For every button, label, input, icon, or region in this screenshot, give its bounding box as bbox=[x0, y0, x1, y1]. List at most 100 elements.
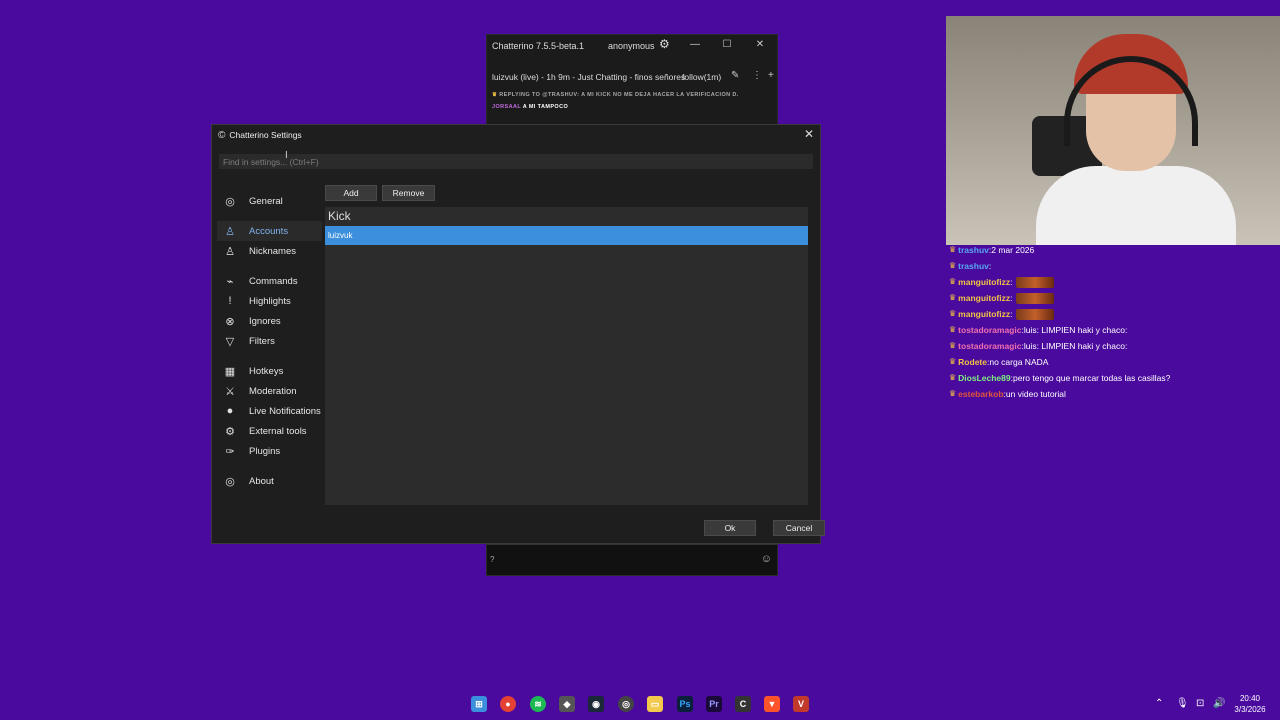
sidebar-item-label: Hotkeys bbox=[249, 365, 284, 377]
crown-icon: ♛ bbox=[949, 309, 957, 318]
clock-date: 3/3/2026 bbox=[1234, 705, 1266, 714]
live-icon: ● bbox=[226, 405, 234, 417]
overlay-chat-line: ♛ manguitofizz: bbox=[949, 274, 1279, 290]
user-icon: ♙ bbox=[225, 225, 235, 238]
app-icon[interactable]: ◆ bbox=[559, 696, 575, 712]
brave-icon[interactable]: ▼ bbox=[764, 696, 780, 712]
chatterino-icon[interactable]: C bbox=[735, 696, 751, 712]
user-icon: ♙ bbox=[225, 245, 235, 258]
add-icon[interactable]: + bbox=[768, 70, 774, 81]
overlay-chat-user: manguitofizz bbox=[958, 293, 1011, 303]
chat-tab[interactable]: luizvuk (live) - 1h 9m - Just Chatting -… bbox=[487, 67, 777, 87]
reply-text: A MI TAMPOCO bbox=[522, 104, 569, 110]
overlay-chat-line: ♛ tostadoramagic: luis: LIMPIEN haki y ch… bbox=[949, 338, 1279, 354]
microphone-icon[interactable]: 🎙 bbox=[1176, 698, 1189, 709]
sidebar-item-filters[interactable]: ▽ Filters bbox=[217, 331, 322, 351]
overlay-chat-text: 2 mar 2026 bbox=[991, 245, 1035, 255]
voicemod-icon[interactable]: V bbox=[793, 696, 809, 712]
crown-icon: ♛ bbox=[492, 92, 498, 98]
crown-icon: ♛ bbox=[949, 245, 957, 254]
network-icon[interactable]: ⊡ bbox=[1196, 698, 1204, 709]
emoji-icon[interactable]: ☺ bbox=[761, 553, 772, 565]
close-icon[interactable]: ✕ bbox=[804, 127, 814, 141]
close-icon[interactable]: ✕ bbox=[752, 39, 768, 50]
settings-dialog[interactable]: © Chatterino Settings ✕ I ◎ General ♙ Acco… bbox=[211, 124, 825, 544]
sidebar-item-highlights[interactable]: ! Highlights bbox=[217, 291, 322, 311]
overlay-chat-text: luis: LIMPIEN haki y chaco: bbox=[1023, 341, 1128, 351]
remove-account-button[interactable]: Remove bbox=[382, 185, 435, 201]
sidebar-item-plugins[interactable]: ✑ Plugins bbox=[217, 441, 322, 461]
reply-user: JORSAAL bbox=[492, 104, 521, 110]
sidebar-item-live-notifications[interactable]: ● Live Notifications bbox=[217, 401, 322, 421]
overlay-chat-line: ♛ trashuv: bbox=[949, 258, 1279, 274]
ok-button[interactable]: Ok bbox=[704, 520, 756, 536]
volume-icon[interactable]: 🔊 bbox=[1213, 698, 1225, 709]
sidebar-item-general[interactable]: ◎ General bbox=[217, 191, 322, 211]
crown-icon: ♛ bbox=[949, 293, 957, 302]
sidebar-item-label: Commands bbox=[249, 275, 298, 287]
clock[interactable]: 20:40 3/3/2026 bbox=[1228, 693, 1272, 715]
chat-user-label[interactable]: anonymous bbox=[608, 41, 655, 51]
crown-icon: ♛ bbox=[949, 357, 957, 366]
sword-icon: ⚔ bbox=[225, 385, 235, 398]
add-account-button[interactable]: Add bbox=[325, 185, 377, 201]
sidebar-item-nicknames[interactable]: ♙ Nicknames bbox=[217, 241, 322, 261]
premiere-icon[interactable]: Pr bbox=[706, 696, 722, 712]
overlay-chat-user: tostadoramagic bbox=[958, 325, 1022, 335]
sidebar-item-ignores[interactable]: ⊗ Ignores bbox=[217, 311, 322, 331]
minimize-icon[interactable]: — bbox=[687, 39, 703, 50]
reply-line-text: REPLYING TO @TRASHUV: A MI KICK NO ME DE… bbox=[499, 92, 739, 98]
overlay-chat-text: un video tutorial bbox=[1005, 389, 1066, 399]
sidebar-item-label: General bbox=[249, 195, 283, 207]
spotify-icon[interactable]: ≋ bbox=[530, 696, 546, 712]
obs-icon[interactable]: ◎ bbox=[618, 696, 634, 712]
windows-start-icon[interactable]: ⊞ bbox=[471, 696, 487, 712]
sidebar-item-accounts[interactable]: ♙ Accounts bbox=[217, 221, 322, 241]
chat-input[interactable]: ? ☺ bbox=[487, 544, 777, 575]
photoshop-icon[interactable]: Ps bbox=[677, 696, 693, 712]
taskbar: ⊞ ● ≋ ◆ ◉ ◎ ▭ Ps Pr C ▼ V ⌃ 🎙 ⊡ 🔊 20:40 … bbox=[0, 689, 1280, 720]
steam-icon[interactable]: ◉ bbox=[588, 696, 604, 712]
webcam-feed bbox=[946, 16, 1280, 245]
general-icon: ◎ bbox=[225, 195, 235, 208]
person-body bbox=[1036, 166, 1236, 245]
sidebar-item-commands[interactable]: ⌁ Commands bbox=[217, 271, 322, 291]
overlay-chat-user: tostadoramagic bbox=[958, 341, 1022, 351]
overlay-chat-line: ♛ Rodete: no carga NADA bbox=[949, 354, 1279, 370]
filter-icon: ▽ bbox=[225, 335, 235, 348]
crown-icon: ♛ bbox=[949, 261, 957, 270]
exclamation-icon: ! bbox=[228, 295, 232, 307]
chevron-up-icon[interactable]: ⌃ bbox=[1155, 698, 1163, 709]
settings-titlebar[interactable]: © Chatterino Settings ✕ bbox=[212, 125, 820, 145]
gear-icon: ⚙ bbox=[225, 425, 235, 438]
gear-icon[interactable]: ⚙ bbox=[659, 37, 670, 51]
accounts-list[interactable]: Kick luizvuk bbox=[325, 207, 808, 505]
chat-titlebar[interactable]: Chatterino 7.5.5-beta.1 anonymous ⚙ — ☐ … bbox=[487, 35, 777, 57]
sidebar-item-external-tools[interactable]: ⚙ External tools bbox=[217, 421, 322, 441]
overlay-chat-line: ♛ trashuv: 2 mar 2026 bbox=[949, 242, 1279, 258]
more-icon[interactable]: ⋮ bbox=[752, 70, 762, 81]
overlay-chat-user: manguitofizz bbox=[958, 277, 1011, 287]
sidebar-item-label: Plugins bbox=[249, 445, 281, 457]
overlay-chat-user: trashuv bbox=[958, 261, 989, 271]
cancel-button[interactable]: Cancel bbox=[773, 520, 825, 536]
chat-input-value: ? bbox=[490, 555, 495, 564]
sidebar-item-moderation[interactable]: ⚔ Moderation bbox=[217, 381, 322, 401]
keyboard-icon: ▦ bbox=[224, 365, 236, 378]
follow-status: follow(1m) bbox=[682, 72, 722, 82]
folder-icon[interactable]: ▭ bbox=[647, 696, 663, 712]
crown-icon: ♛ bbox=[949, 389, 957, 398]
overlay-chat-user: Rodete bbox=[958, 357, 987, 367]
overlay-chat-line: ♛ manguitofizz: bbox=[949, 290, 1279, 306]
chat-tab-title: luizvuk (live) - 1h 9m - Just Chatting -… bbox=[492, 72, 686, 82]
crown-icon: ♛ bbox=[949, 341, 957, 350]
sidebar-item-about[interactable]: ◎ About bbox=[217, 471, 322, 491]
maximize-icon[interactable]: ☐ bbox=[719, 39, 735, 50]
overlay-chat-user: trashuv bbox=[958, 245, 989, 255]
overlay-chat-line: ♛ DiosLeche89: pero tengo que marcar toda… bbox=[949, 370, 1279, 386]
pencil-icon[interactable]: ✎ bbox=[731, 70, 739, 81]
sidebar-item-hotkeys[interactable]: ▦ Hotkeys bbox=[217, 361, 322, 381]
settings-search-input[interactable] bbox=[219, 154, 813, 169]
account-row[interactable]: luizvuk bbox=[325, 226, 808, 245]
chrome-icon[interactable]: ● bbox=[500, 696, 516, 712]
